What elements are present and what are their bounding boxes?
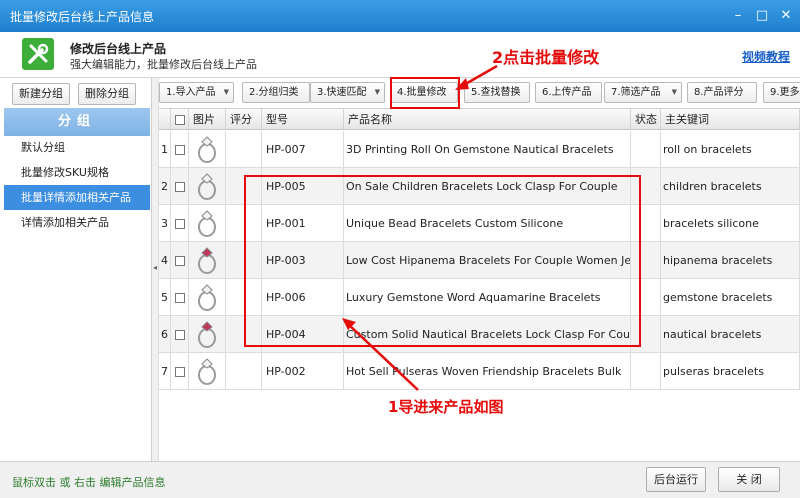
step2-annotation: 2点击批量修改 [492,48,600,67]
step2-arrowhead [455,78,469,90]
annotation-overlay [244,64,641,391]
step4-button-highlight [390,77,460,109]
step1-arrow [347,323,419,391]
imported-rows-highlight [244,175,641,347]
edit-hint: 鼠标双击 或 右击 编辑产品信息 [12,476,166,489]
step1-annotation: 1导进来产品如图 [388,398,504,416]
bottom-bar: 鼠标双击 或 右击 编辑产品信息 后台运行 关 闭 [0,461,800,498]
background-run-button[interactable]: 后台运行 [646,467,706,492]
close-button[interactable]: 关 闭 [718,467,780,492]
